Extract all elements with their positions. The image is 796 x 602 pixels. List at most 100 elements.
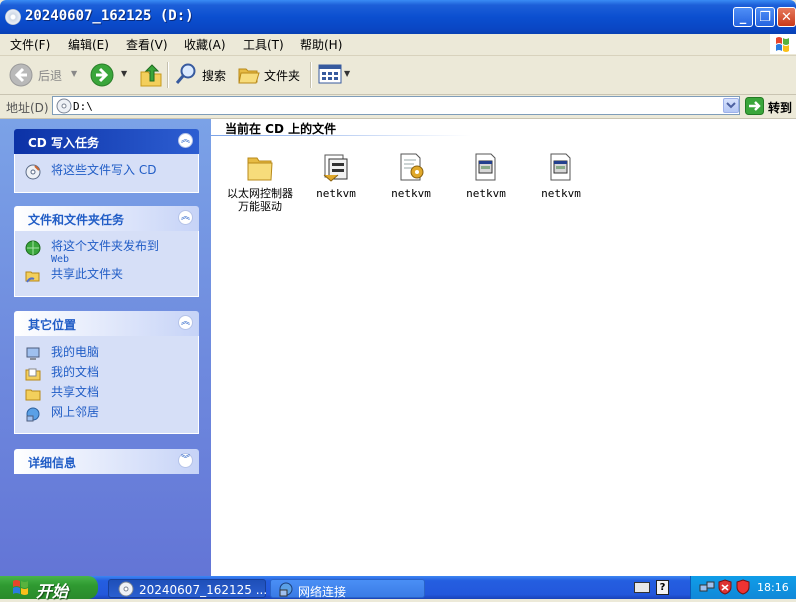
views-dropdown-icon[interactable]: ▼ <box>344 69 350 78</box>
taskbar-window-network[interactable]: 网络连接 <box>270 579 425 599</box>
file-name: netkvm <box>391 187 431 200</box>
back-arrow-icon <box>9 63 33 87</box>
task-publish-web[interactable]: 将这个文件夹发布到 Web <box>25 240 159 266</box>
place-label: 我的文档 <box>51 365 100 379</box>
cd-tasks-title: CD 写入任务 <box>28 136 99 150</box>
heading-divider <box>211 135 471 136</box>
minimize-button[interactable]: _ <box>733 7 753 27</box>
taskbar-window-label: 网络连接 <box>298 585 347 599</box>
file-tasks-title: 文件和文件夹任务 <box>28 213 125 227</box>
place-label: 我的电脑 <box>51 345 100 359</box>
search-icon <box>175 63 196 84</box>
forward-dropdown-icon[interactable]: ▼ <box>121 69 127 78</box>
go-arrow-icon <box>745 97 764 115</box>
cd-tasks-header[interactable]: CD 写入任务 ︽ <box>14 129 199 154</box>
task-label: 共享此文件夹 <box>51 267 124 281</box>
network-status-icon[interactable] <box>699 580 715 595</box>
publish-web-icon <box>25 240 41 256</box>
details-title: 详细信息 <box>28 456 77 470</box>
cd-tasks-panel: 将这些文件写入 CD <box>14 154 199 193</box>
forward-arrow-icon <box>90 63 114 87</box>
address-value: D:\ <box>73 100 93 113</box>
system-file-icon <box>475 153 496 181</box>
folders-label[interactable]: 文件夹 <box>264 67 300 84</box>
file-item-system-2[interactable]: netkvm <box>524 151 594 201</box>
task-label: 将这些文件写入 CD <box>51 163 157 177</box>
address-input[interactable] <box>52 96 740 115</box>
other-places-header[interactable]: 其它位置 ︽ <box>14 311 199 336</box>
keyboard-icon[interactable] <box>634 582 650 593</box>
toolbar-separator <box>167 62 169 88</box>
help-icon[interactable]: ? <box>656 580 669 595</box>
search-label[interactable]: 搜索 <box>202 67 226 84</box>
start-button[interactable]: 开始 <box>0 576 98 601</box>
collapse-chevron-icon[interactable]: ︽ <box>178 133 193 148</box>
file-tasks-panel: 将这个文件夹发布到 Web 共享此文件夹 <box>14 231 199 297</box>
file-item-folder[interactable]: 以太网控制器万能驱动 <box>223 151 293 213</box>
clock[interactable]: 18:16 <box>757 581 789 594</box>
shield-warning-icon[interactable] <box>735 579 751 595</box>
place-label: 网上邻居 <box>51 405 100 419</box>
file-tasks-header[interactable]: 文件和文件夹任务 ︽ <box>14 206 199 231</box>
menu-help[interactable]: 帮助(H) <box>300 36 342 53</box>
cd-drive-icon[interactable] <box>5 9 21 25</box>
taskbar-window-explorer[interactable]: 20240607_162125 ... <box>108 579 268 598</box>
file-list-view[interactable]: 当前在 CD 上的文件 以太网控制器万能驱动 netkvm netkvm net… <box>211 119 796 576</box>
address-dropdown-button[interactable] <box>723 98 739 113</box>
up-folder-icon <box>140 64 162 87</box>
views-icon <box>318 64 342 84</box>
title-bar[interactable]: 20240607_162125 (D:) _ ❐ ✕ <box>0 0 796 34</box>
search-button[interactable] <box>174 62 198 86</box>
chevron-down-icon <box>726 102 736 109</box>
place-label: 共享文档 <box>51 385 100 399</box>
file-item-system-1[interactable]: netkvm <box>449 151 519 201</box>
file-name: netkvm <box>466 187 506 200</box>
folders-button[interactable] <box>237 63 261 87</box>
file-name: netkvm <box>316 187 356 200</box>
back-dropdown-icon[interactable]: ▼ <box>71 69 77 78</box>
folder-icon <box>247 157 273 181</box>
network-connections-icon <box>279 582 293 597</box>
network-places-icon <box>26 407 40 422</box>
file-name: 以太网控制器万能驱动 <box>227 187 293 213</box>
menu-bar: 文件(F) 编辑(E) 查看(V) 收藏(A) 工具(T) 帮助(H) <box>0 34 796 56</box>
forward-button[interactable] <box>90 63 114 87</box>
window-title: 20240607_162125 (D:) <box>25 8 194 24</box>
write-cd-icon <box>25 164 41 180</box>
other-places-title: 其它位置 <box>28 318 77 332</box>
menu-file[interactable]: 文件(F) <box>10 36 50 53</box>
back-button[interactable] <box>9 63 33 87</box>
toolbar: 后退 ▼ ▼ 搜索 文件夹 ▼ <box>0 56 796 95</box>
shared-documents-icon <box>25 389 41 401</box>
go-button[interactable] <box>745 97 764 115</box>
restore-button[interactable]: ❐ <box>755 7 775 27</box>
collapse-chevron-icon[interactable]: ︽ <box>178 210 193 225</box>
taskbar-window-label: 20240607_162125 ... <box>139 583 268 597</box>
file-item-catalog[interactable]: netkvm <box>299 151 369 201</box>
my-computer-icon <box>26 347 40 360</box>
security-shield-icon[interactable] <box>717 579 733 595</box>
views-button[interactable] <box>318 63 342 85</box>
file-item-setup-info[interactable]: netkvm <box>374 151 444 201</box>
menu-favorites[interactable]: 收藏(A) <box>184 36 226 53</box>
up-folder-button[interactable] <box>139 62 163 88</box>
menu-edit[interactable]: 编辑(E) <box>68 36 109 53</box>
other-places-panel: 我的电脑 我的文档 共享文档 网上邻居 <box>14 336 199 434</box>
close-button[interactable]: ✕ <box>777 7 796 27</box>
go-label[interactable]: 转到 <box>768 99 792 116</box>
cd-drive-icon <box>118 581 134 597</box>
address-label: 地址(D) <box>6 101 49 115</box>
details-header[interactable]: 详细信息 ︾ <box>14 449 199 474</box>
task-label-continued: Web <box>51 254 70 265</box>
windows-logo-icon <box>770 34 796 54</box>
address-bar: 地址(D) D:\ 转到 <box>0 95 796 119</box>
collapse-chevron-icon[interactable]: ︽ <box>178 315 193 330</box>
setup-info-file-icon <box>400 153 424 181</box>
start-label: 开始 <box>36 582 69 601</box>
menu-view[interactable]: 查看(V) <box>126 36 168 53</box>
back-label: 后退 <box>38 69 63 83</box>
task-pane: CD 写入任务 ︽ 将这些文件写入 CD 文件和文件夹任务 ︽ 将这个文件夹发布… <box>0 119 211 576</box>
cd-drive-icon <box>56 98 72 114</box>
expand-chevron-icon[interactable]: ︾ <box>178 453 193 468</box>
menu-tools[interactable]: 工具(T) <box>243 36 284 53</box>
